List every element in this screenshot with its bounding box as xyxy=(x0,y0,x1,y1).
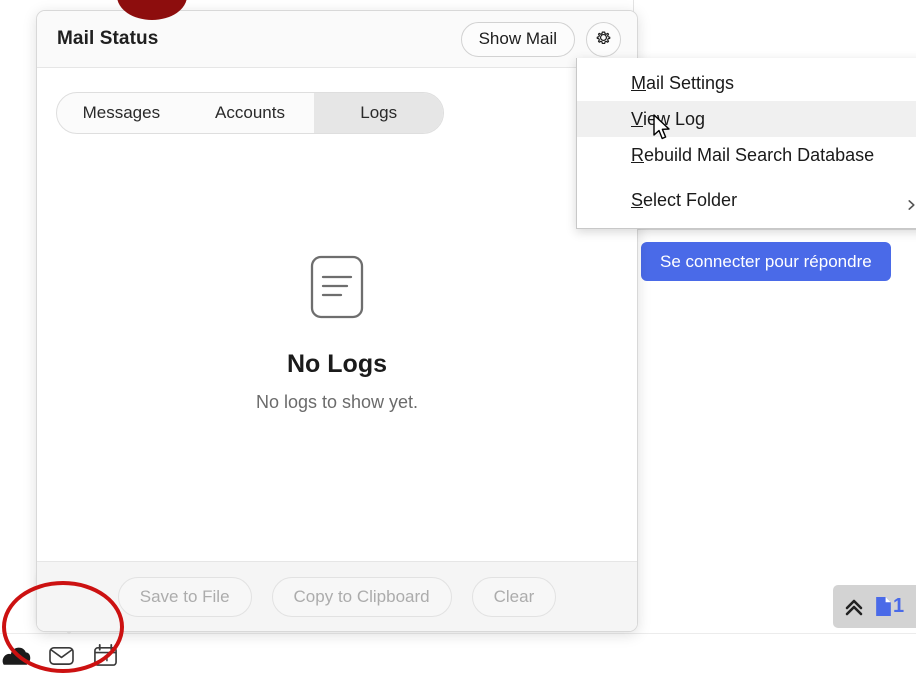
settings-dropdown-menu: Mail Settings View Log Rebuild Mail Sear… xyxy=(576,58,916,229)
cloud-icon[interactable] xyxy=(0,638,34,672)
menu-item-select-folder-accesskey: S xyxy=(631,189,644,210)
calendar-icon[interactable] xyxy=(88,638,122,672)
settings-gear-button[interactable] xyxy=(586,21,621,57)
menu-item-select-folder-label: elect Folder xyxy=(643,189,738,210)
menu-item-mail-settings-label: ail Settings xyxy=(646,72,735,93)
taskbar-icon-group xyxy=(0,638,122,672)
screen: Se connecter pour répondre 1 Mail Status… xyxy=(0,0,916,673)
menu-item-view-log[interactable]: View Log xyxy=(577,101,916,137)
menu-item-view-log-accesskey: V xyxy=(631,108,644,129)
menu-item-view-log-label: iew Log xyxy=(643,108,706,129)
menu-separator xyxy=(577,173,916,182)
menu-item-rebuild-mail-search-database[interactable]: Rebuild Mail Search Database xyxy=(577,137,916,173)
bottom-right-widget[interactable]: 1 xyxy=(833,585,916,628)
mail-status-dialog: Mail Status Show Mail Messages Accounts … xyxy=(36,10,638,632)
copy-to-clipboard-button[interactable]: Copy to Clipboard xyxy=(271,576,452,617)
save-to-file-button[interactable]: Save to File xyxy=(117,576,252,617)
menu-item-select-folder[interactable]: Select Folder xyxy=(577,182,916,218)
taskbar xyxy=(0,633,916,673)
empty-state-title: No Logs xyxy=(287,349,387,378)
menu-item-rebuild-accesskey: R xyxy=(631,144,644,165)
right-lower-panel xyxy=(633,281,916,581)
empty-state: No Logs No logs to show yet. xyxy=(37,106,637,561)
show-mail-button[interactable]: Show Mail xyxy=(460,21,575,57)
dialog-footer: Save to File Copy to Clipboard Clear xyxy=(37,561,637,631)
file-count: 1 xyxy=(893,595,905,617)
file-badge[interactable]: 1 xyxy=(875,595,904,618)
menu-item-mail-settings[interactable]: Mail Settings xyxy=(577,65,916,101)
dialog-titlebar: Mail Status Show Mail xyxy=(37,11,637,68)
document-lines-icon xyxy=(310,255,364,324)
chevron-right-icon xyxy=(906,195,916,210)
clear-button[interactable]: Clear xyxy=(471,576,557,617)
mail-icon[interactable] xyxy=(44,638,78,672)
menu-item-mail-settings-accesskey: M xyxy=(631,72,646,93)
menu-item-rebuild-label: ebuild Mail Search Database xyxy=(644,144,875,165)
empty-state-subtitle: No logs to show yet. xyxy=(255,391,419,412)
page-title: Mail Status xyxy=(57,28,159,49)
double-chevron-up-icon[interactable] xyxy=(843,596,865,618)
dialog-body: Messages Accounts Logs No Logs No logs t… xyxy=(37,68,637,631)
file-icon xyxy=(876,597,891,616)
gear-icon xyxy=(594,28,613,50)
connect-to-reply-button[interactable]: Se connecter pour répondre xyxy=(641,242,891,281)
